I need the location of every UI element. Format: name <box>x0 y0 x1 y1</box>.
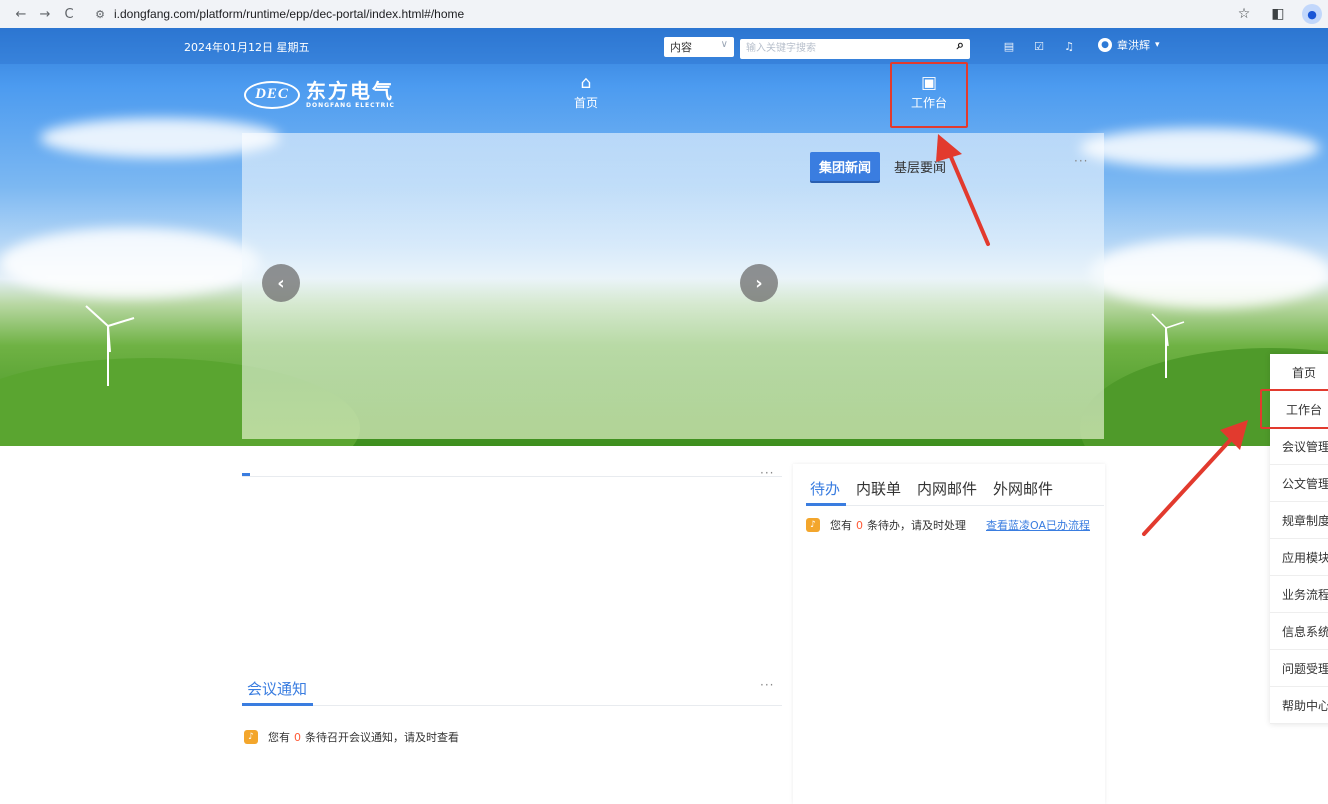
cloud <box>1080 128 1320 168</box>
bell-icon: ♪ <box>244 730 258 744</box>
search-bar: 内容 ∨ ⌕ <box>664 36 970 59</box>
notice-suffix: 条待召开会议通知，请及时查看 <box>305 731 459 744</box>
meeting-notice-title[interactable]: 会议通知 <box>247 678 307 699</box>
meeting-divider <box>242 705 782 706</box>
meeting-more-button[interactable]: ··· <box>760 678 774 692</box>
search-icon[interactable]: ⌕ <box>957 38 964 53</box>
meeting-count: 0 <box>294 730 301 744</box>
logo-en: DONGFANG ELECTRIC <box>306 102 395 109</box>
wind-turbine-illustration <box>1151 313 1185 378</box>
left-panel-more-button[interactable]: ··· <box>760 466 774 480</box>
side-nav-item[interactable]: 业务流程 <box>1270 576 1328 613</box>
notice-suffix: 条待办，请及时处理 <box>867 519 966 532</box>
carousel-next-button[interactable]: › <box>740 264 778 302</box>
side-nav-item[interactable]: 会议管理 <box>1270 428 1328 465</box>
side-nav-item[interactable]: 应用模块 <box>1270 539 1328 576</box>
todo-count: 0 <box>856 518 863 532</box>
side-panel-icon[interactable]: ◧ <box>1268 4 1288 24</box>
tasks-tab-indicator <box>806 503 846 506</box>
wind-turbine-illustration <box>85 305 135 386</box>
tab-local-news[interactable]: 基层要闻 <box>894 157 946 176</box>
chevron-down-icon: ∨ <box>720 39 728 51</box>
chevron-down-icon: ▾ <box>1155 40 1160 50</box>
notice-prefix: 您有 <box>268 731 290 744</box>
user-name: 章洪辉 <box>1117 39 1150 52</box>
logo-mark: DEC <box>244 80 300 109</box>
address-bar[interactable]: i.dongfang.com/platform/runtime/epp/dec-… <box>114 7 464 21</box>
utility-icons: ▤ ☑ ♫ <box>1002 39 1076 53</box>
tab-internal-form[interactable]: 内联单 <box>856 478 901 499</box>
notice-prefix: 您有 <box>830 519 852 532</box>
forward-icon[interactable]: → <box>36 5 54 23</box>
tasks-tabs: 待办 内联单 内网邮件 外网邮件 <box>810 478 1053 499</box>
reload-icon[interactable]: C <box>60 5 78 23</box>
nav-home[interactable]: ⌂ 首页 <box>556 72 616 111</box>
side-nav-item[interactable]: 首页 <box>1270 354 1328 391</box>
logo-cn: 东方电气 <box>306 79 394 103</box>
todo-notice: ♪ 您有 0 条待办，请及时处理 查看蓝凌OA已办流程 <box>806 517 1090 533</box>
search-scope-select[interactable]: 内容 ∨ <box>664 37 734 58</box>
calendar-icon[interactable]: ☑ <box>1032 39 1046 53</box>
profile-icon[interactable]: ● <box>1302 4 1322 24</box>
side-nav-item[interactable]: 公文管理 <box>1270 465 1328 502</box>
annotation-highlight-workbench <box>890 62 968 128</box>
side-nav-item[interactable]: 帮助中心 <box>1270 687 1328 724</box>
avatar: ● <box>1098 38 1112 52</box>
side-nav-item[interactable]: 信息系统 <box>1270 613 1328 650</box>
home-icon: ⌂ <box>580 73 592 93</box>
search-input[interactable] <box>740 38 970 59</box>
user-menu[interactable]: ● 章洪辉 ▾ <box>1098 37 1160 53</box>
meeting-notice: ♪ 您有 0 条待召开会议通知，请及时查看 <box>244 729 459 745</box>
view-oa-completed-link[interactable]: 查看蓝凌OA已办流程 <box>986 517 1090 533</box>
carousel-prev-button[interactable]: ‹ <box>262 264 300 302</box>
bell-icon: ♪ <box>806 518 820 532</box>
logo-text: 东方电气 DONGFANG ELECTRIC <box>306 80 395 109</box>
meeting-tab-indicator <box>242 703 313 706</box>
browser-actions: ☆ ◧ ● <box>1234 4 1322 24</box>
banner-more-button[interactable]: ··· <box>1074 154 1088 168</box>
annotation-highlight-side-workbench <box>1260 389 1328 429</box>
news-banner <box>242 133 1104 439</box>
company-logo[interactable]: DEC 东方电气 DONGFANG ELECTRIC <box>244 80 395 109</box>
banner-tabs: 集团新闻 基层要闻 <box>810 152 946 181</box>
cloud <box>1090 238 1328 308</box>
tab-external-mail[interactable]: 外网邮件 <box>993 478 1053 499</box>
side-nav-item[interactable]: 规章制度 <box>1270 502 1328 539</box>
bookmark-star-icon[interactable]: ☆ <box>1234 4 1254 24</box>
search-scope-label: 内容 <box>670 41 692 55</box>
browser-toolbar: ← → C ⚙ i.dongfang.com/platform/runtime/… <box>0 0 1328 28</box>
bell-icon[interactable]: ♫ <box>1062 39 1076 53</box>
left-panel-divider <box>242 476 782 477</box>
site-info-icon[interactable]: ⚙ <box>92 6 108 22</box>
tab-group-news[interactable]: 集团新闻 <box>810 152 881 181</box>
tasks-divider <box>806 505 1104 506</box>
tab-intranet-mail[interactable]: 内网邮件 <box>917 478 977 499</box>
nav-home-label: 首页 <box>573 96 598 110</box>
tasks-panel <box>793 464 1105 804</box>
left-panel-tab-indicator <box>242 473 250 476</box>
current-date: 2024年01月12日 星期五 <box>184 41 310 54</box>
tab-todo[interactable]: 待办 <box>810 478 840 499</box>
back-icon[interactable]: ← <box>12 5 30 23</box>
monitor-icon[interactable]: ▤ <box>1002 39 1016 53</box>
side-nav-item[interactable]: 问题受理 <box>1270 650 1328 687</box>
cloud <box>0 228 260 298</box>
